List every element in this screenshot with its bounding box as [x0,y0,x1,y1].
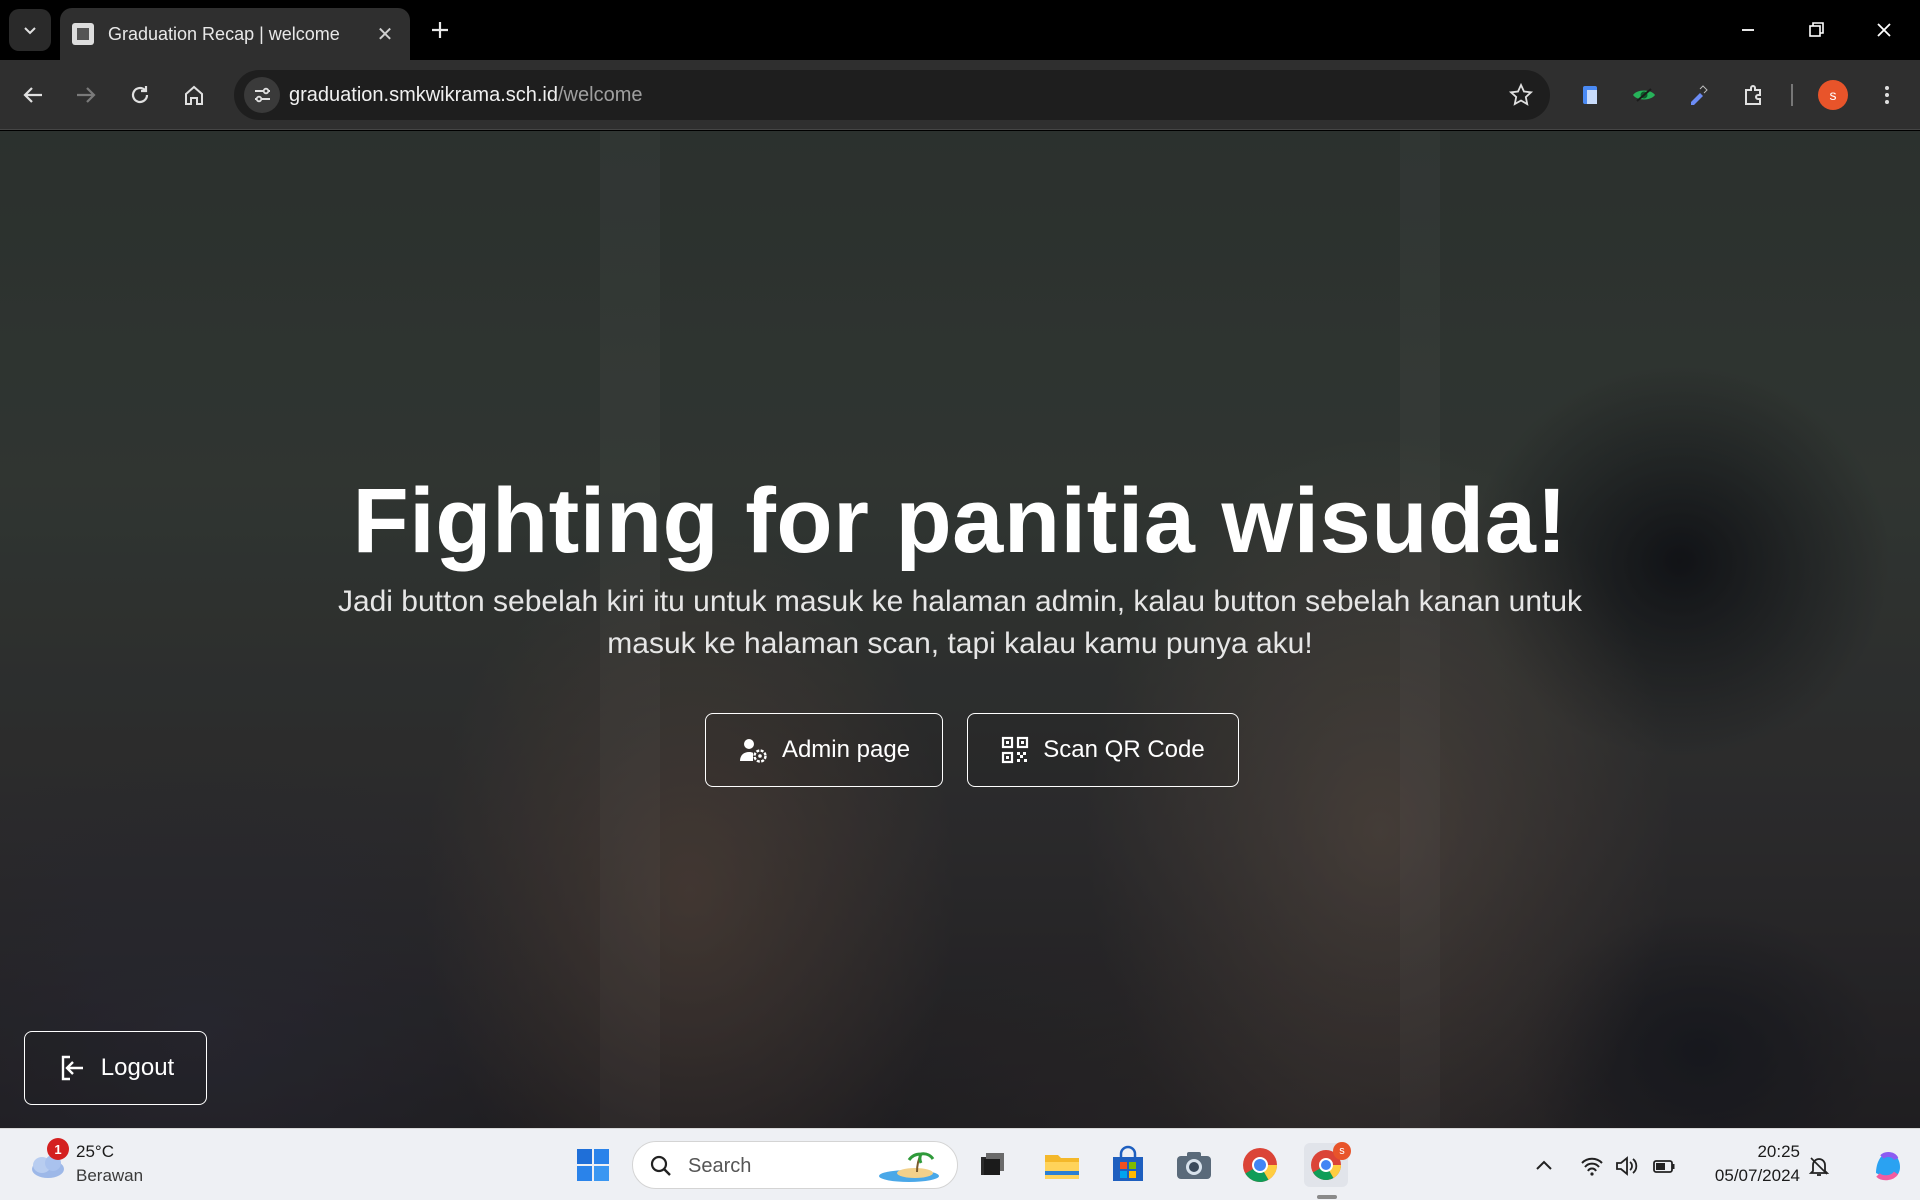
toolbar-divider [1791,84,1793,106]
active-app-indicator [1317,1195,1337,1199]
qr-code-icon [1002,736,1029,764]
extensions-puzzle-icon[interactable] [1737,79,1769,111]
welcome-page: Fighting for panitia wisuda! Jadi button… [0,131,1920,1128]
url-path: /welcome [558,84,643,106]
url-host: graduation.smkwikrama.sch.id [289,84,558,106]
camera-app-icon[interactable] [1172,1143,1216,1187]
chevron-down-icon [24,27,36,35]
home-icon[interactable] [178,79,210,111]
back-arrow-icon[interactable] [17,79,49,111]
bookmark-star-icon[interactable] [1506,80,1536,110]
search-icon [650,1155,671,1176]
clock-date: 05/07/2024 [1714,1166,1800,1185]
file-explorer-icon[interactable] [1040,1143,1084,1187]
address-bar[interactable]: graduation.smkwikrama.sch.id/welcome [234,70,1550,120]
volume-icon[interactable] [1613,1153,1639,1179]
chrome-profile-badge: s [1333,1142,1351,1160]
search-label: Search [688,1155,752,1177]
restore-window-icon[interactable] [1800,14,1832,46]
admin-page-label: Admin page [781,736,911,763]
weather-temperature: 25°C [76,1142,114,1161]
clock-time: 20:25 [1757,1142,1800,1161]
scan-qr-button[interactable]: Scan QR Code [967,713,1239,787]
minimize-window-icon[interactable] [1732,14,1764,46]
chevron-up-icon[interactable] [1531,1153,1557,1179]
new-tab-plus-icon[interactable] [424,14,456,46]
taskbar-search-box[interactable]: Search [632,1141,958,1189]
search-highlight-island-icon [879,1152,939,1182]
forward-arrow-icon[interactable] [70,79,102,111]
logout-label: Logout [100,1054,175,1081]
hero-section: Fighting for panitia wisuda! Jadi button… [0,131,1920,1128]
close-window-icon[interactable] [1868,14,1900,46]
google-docs-extension-icon[interactable] [1574,79,1606,111]
page-subtitle: Jadi button sebelah kiri itu untuk masuk… [337,585,1583,660]
windows-start-icon[interactable] [571,1143,615,1187]
tab-title: Graduation Recap | welcome [108,23,340,44]
more-menu-icon[interactable] [1871,79,1903,111]
weather-notification-badge: 1 [47,1138,69,1160]
admin-page-button[interactable]: Admin page [705,713,943,787]
page-title: Fighting for panitia wisuda! [352,470,1568,572]
browser-tab-strip: Graduation Recap | welcome ✕ [0,0,1920,60]
battery-icon[interactable] [1651,1153,1677,1179]
eyedropper-extension-icon[interactable] [1682,79,1714,111]
site-favicon-icon [72,23,94,45]
scan-qr-label: Scan QR Code [1043,736,1205,763]
eye-extension-icon[interactable] [1628,79,1660,111]
profile-avatar[interactable]: s [1818,80,1848,110]
url-text: graduation.smkwikrama.sch.id/welcome [289,84,642,107]
task-view-icon[interactable] [971,1143,1015,1187]
weather-description: Berawan [76,1166,144,1185]
tab-search-button[interactable] [9,9,51,51]
wifi-icon[interactable] [1579,1153,1605,1179]
site-info-tune-icon[interactable] [244,77,280,113]
tab-close-icon[interactable]: ✕ [372,22,398,47]
microsoft-store-icon[interactable] [1106,1143,1150,1187]
reload-icon[interactable] [124,79,156,111]
copilot-icon[interactable] [1866,1143,1910,1187]
windows-taskbar: 1 25°C Berawan Search s 20:25 05/07/2024 [0,1128,1920,1200]
browser-tab-active[interactable]: Graduation Recap | welcome ✕ [60,8,410,60]
logout-arrow-icon [61,1055,83,1081]
logout-button[interactable]: Logout [24,1031,207,1105]
browser-toolbar: graduation.smkwikrama.sch.id/welcome s [0,60,1920,130]
chrome-browser-icon[interactable] [1238,1143,1282,1187]
notifications-bell-icon[interactable] [1806,1153,1832,1179]
user-gear-icon [739,739,767,763]
